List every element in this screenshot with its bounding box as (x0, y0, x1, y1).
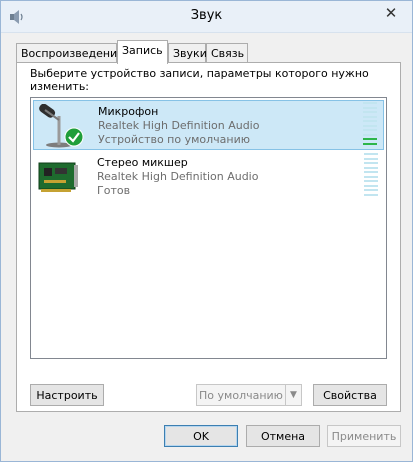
meter-segment (363, 115, 377, 118)
meter-segment (363, 133, 377, 136)
meter-segment (364, 157, 378, 160)
device-driver: Realtek High Definition Audio (97, 170, 259, 183)
title-bar[interactable]: Звук ✕ (1, 1, 412, 33)
set-default-label: По умолчанию (199, 388, 283, 402)
properties-button[interactable]: Свойства (313, 384, 387, 406)
ok-button[interactable]: OK (164, 425, 238, 447)
meter-segment (363, 138, 377, 140)
meter-segment (364, 153, 378, 155)
meter-segment (364, 162, 378, 164)
default-check-icon (64, 127, 84, 147)
tab-communications[interactable]: Связь (206, 43, 248, 63)
meter-segment (363, 106, 377, 109)
sound-dialog: Звук ✕ Воспроизведение Запись Звуки Связ… (0, 0, 413, 462)
level-meter (363, 102, 377, 148)
recording-panel: Выберите устройство записи, параметры ко… (16, 62, 401, 412)
instruction-text: Выберите устройство записи, параметры ко… (30, 67, 369, 93)
device-status: Готов (97, 184, 131, 197)
device-list[interactable]: Микрофон Realtek High Definition Audio У… (30, 97, 387, 359)
tab-recording[interactable]: Запись (117, 40, 168, 64)
chevron-down-icon[interactable]: ▼ (285, 385, 301, 405)
tab-sounds[interactable]: Звуки (168, 43, 207, 63)
meter-segment (363, 120, 377, 122)
meter-segment (363, 111, 377, 113)
device-row-stereo-mix[interactable]: Стерео микшер Realtek High Definition Au… (33, 152, 384, 202)
cancel-button[interactable]: Отмена (246, 425, 320, 447)
apply-button[interactable]: Применить (327, 425, 401, 447)
meter-segment (364, 166, 378, 169)
device-name: Микрофон (98, 105, 159, 118)
meter-segment (364, 180, 378, 182)
device-driver: Realtek High Definition Audio (98, 119, 260, 132)
configure-button[interactable]: Настроить (30, 384, 104, 406)
meter-segment (364, 189, 378, 191)
device-row-microphone[interactable]: Микрофон Realtek High Definition Audio У… (33, 100, 384, 150)
meter-segment (364, 171, 378, 173)
device-name: Стерео микшер (97, 156, 188, 169)
level-meter (364, 153, 378, 199)
meter-segment (363, 124, 377, 127)
meter-segment (364, 193, 378, 196)
tab-playback[interactable]: Воспроизведение (16, 43, 124, 63)
meter-segment (363, 142, 377, 145)
close-icon[interactable]: ✕ (376, 1, 406, 25)
window-title: Звук (190, 8, 223, 23)
set-default-button[interactable]: По умолчанию ▼ (196, 384, 302, 406)
meter-segment (363, 129, 377, 131)
device-status: Устройство по умолчанию (98, 133, 251, 146)
meter-segment (364, 184, 378, 187)
sound-card-icon (38, 162, 78, 192)
meter-segment (363, 102, 377, 104)
meter-segment (364, 175, 378, 178)
